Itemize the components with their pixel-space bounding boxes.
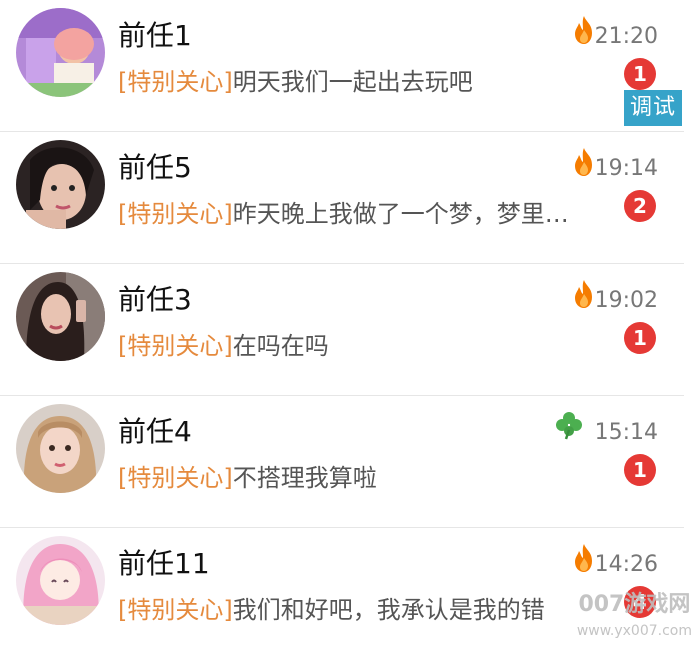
avatar[interactable] (16, 404, 105, 493)
message-preview: [特别关心]明天我们一起出去玩吧 (118, 62, 588, 97)
unread-badge: 2 (624, 190, 656, 222)
debug-button[interactable]: 调试 (624, 90, 682, 126)
message-time: 19:14 (594, 156, 658, 181)
message-time: 19:02 (594, 288, 658, 313)
conversation-item[interactable]: 前任1 [特别关心]明天我们一起出去玩吧 21:20 1 (0, 0, 684, 132)
watermark-url: www.yx007.com (576, 623, 692, 639)
message-preview: [特别关心]我们和好吧，我承认是我的错 (118, 590, 588, 625)
unread-badge: 1 (624, 322, 656, 354)
site-watermark: 007游戏网 www.yx007.com (577, 592, 692, 644)
avatar[interactable] (16, 8, 105, 97)
message-time: 15:14 (594, 420, 658, 445)
contact-name: 前任3 (118, 283, 192, 316)
unread-badge: 1 (624, 58, 656, 90)
message-text: 在吗在吗 (232, 332, 329, 360)
message-time: 14:26 (594, 552, 658, 577)
contact-name: 前任11 (118, 547, 210, 580)
clover-icon (556, 412, 582, 440)
avatar[interactable] (16, 272, 105, 361)
watermark-title: 007游戏网 (578, 592, 691, 617)
avatar[interactable] (16, 140, 105, 229)
message-text: 不搭理我算啦 (232, 464, 377, 492)
message-text: 昨天晚上我做了一个梦，梦里上… (232, 200, 588, 228)
contact-name: 前任4 (118, 415, 192, 448)
special-care-tag: [特别关心] (118, 464, 233, 492)
special-care-tag: [特别关心] (118, 596, 233, 624)
message-preview: [特别关心]不搭理我算啦 (118, 458, 588, 493)
message-preview: [特别关心]昨天晚上我做了一个梦，梦里上… (118, 194, 588, 229)
conversation-item[interactable]: 前任3 [特别关心]在吗在吗 19:02 1 (0, 264, 684, 396)
message-text: 明天我们一起出去玩吧 (232, 68, 473, 96)
message-time: 21:20 (594, 24, 658, 49)
message-text: 我们和好吧，我承认是我的错 (232, 596, 545, 624)
special-care-tag: [特别关心] (118, 200, 233, 228)
contact-name: 前任5 (118, 151, 192, 184)
contact-name: 前任1 (118, 19, 192, 52)
unread-badge: 1 (624, 454, 656, 486)
avatar[interactable] (16, 536, 105, 625)
conversation-item[interactable]: 前任5 [特别关心]昨天晚上我做了一个梦，梦里上… 19:14 2 (0, 132, 684, 264)
conversation-list: 前任1 [特别关心]明天我们一起出去玩吧 21:20 1 前任5 [特别关心]昨… (0, 0, 684, 660)
special-care-tag: [特别关心] (118, 68, 233, 96)
conversation-item[interactable]: 前任4 [特别关心]不搭理我算啦 15:14 1 (0, 396, 684, 528)
message-preview: [特别关心]在吗在吗 (118, 326, 588, 361)
special-care-tag: [特别关心] (118, 332, 233, 360)
